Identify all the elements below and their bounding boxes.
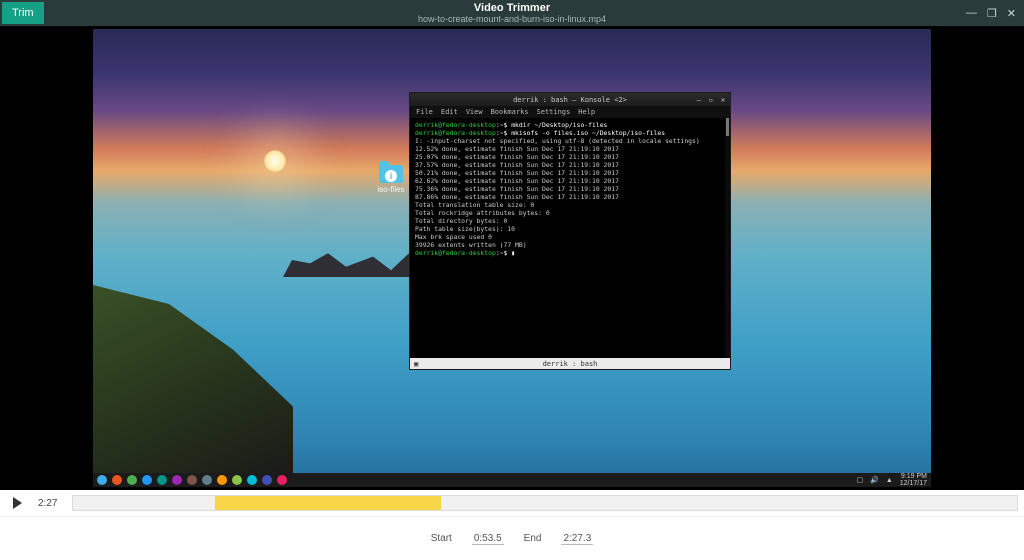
taskbar-app-icon: [277, 475, 287, 485]
tray-volume-icon: 🔊: [870, 476, 879, 484]
terminal-menu-help: Help: [578, 108, 595, 116]
terminal-menu-edit: Edit: [441, 108, 458, 116]
terminal-line: Total translation table size: 0: [415, 201, 725, 209]
end-value[interactable]: 2:27.3: [561, 533, 593, 545]
terminal-line: 25.07% done, estimate finish Sun Dec 17 …: [415, 153, 725, 161]
close-icon[interactable]: ✕: [1007, 7, 1016, 20]
folder-icon: i: [379, 165, 403, 183]
system-tray: ▢ 🔊 ▲ 9:19 PM 12/17/17: [856, 473, 927, 487]
taskbar-app-icon: [142, 475, 152, 485]
play-button[interactable]: [6, 492, 28, 514]
taskbar-app-icon: [127, 475, 137, 485]
taskbar-app-icon: [202, 475, 212, 485]
start-label: Start: [431, 533, 452, 544]
minimize-icon[interactable]: —: [966, 7, 977, 20]
terminal-line: 39926 extents written (77 MB): [415, 241, 725, 249]
terminal-line: Max brk space used 0: [415, 233, 725, 241]
taskbar-app-icon: [217, 475, 227, 485]
video-preview-area: i iso-files derrik : bash — Konsole <2> …: [0, 26, 1024, 490]
video-frame: i iso-files derrik : bash — Konsole <2> …: [93, 29, 931, 487]
terminal-menu-file: File: [416, 108, 433, 116]
terminal-line: derrik@fedora-desktop:~$ ▮: [415, 249, 725, 257]
taskbar-app-icon: [262, 475, 272, 485]
term-close-icon: ✕: [719, 96, 727, 104]
sun-graphic: [263, 149, 287, 173]
trimmer-controls: 2:27 Start 0:53.5 End 2:27.3: [0, 490, 1024, 560]
taskbar-app-icon: [112, 475, 122, 485]
terminal-window: derrik : bash — Konsole <2> — ▫ ✕ File Ed…: [409, 92, 731, 370]
terminal-title: derrik : bash — Konsole <2>: [513, 96, 627, 104]
current-time-label: 2:27: [38, 498, 62, 509]
terminal-line: I: -input-charset not specified, using u…: [415, 137, 725, 145]
folder-label: iso-files: [375, 185, 407, 194]
terminal-scrollbar: [725, 118, 730, 358]
new-tab-icon: ▣: [414, 360, 418, 368]
terminal-menubar: File Edit View Bookmarks Settings Help: [410, 106, 730, 118]
terminal-line: derrik@fedora-desktop:~$ mkdir ~/Desktop…: [415, 121, 725, 129]
terminal-body: derrik@fedora-desktop:~$ mkdir ~/Desktop…: [410, 118, 730, 358]
window-controls: — ❐ ✕: [966, 7, 1024, 20]
terminal-line: 12.52% done, estimate finish Sun Dec 17 …: [415, 145, 725, 153]
terminal-titlebar: derrik : bash — Konsole <2> — ▫ ✕: [410, 93, 730, 106]
titlebar: Trim Video Trimmer how-to-create-mount-a…: [0, 0, 1024, 26]
terminal-line: 62.62% done, estimate finish Sun Dec 17 …: [415, 177, 725, 185]
start-end-row: Start 0:53.5 End 2:27.3: [0, 517, 1024, 560]
terminal-menu-settings: Settings: [537, 108, 571, 116]
header-titles: Video Trimmer how-to-create-mount-and-bu…: [418, 3, 606, 24]
term-maximize-icon: ▫: [707, 96, 715, 104]
terminal-line: Total rockridge attributes bytes: 0: [415, 209, 725, 217]
terminal-line: 87.86% done, estimate finish Sun Dec 17 …: [415, 193, 725, 201]
terminal-line: 37.57% done, estimate finish Sun Dec 17 …: [415, 161, 725, 169]
terminal-status-text: derrik : bash: [543, 360, 598, 368]
tray-box-icon: ▢: [856, 476, 863, 484]
terminal-menu-view: View: [466, 108, 483, 116]
app-title: Video Trimmer: [418, 3, 606, 14]
end-label: End: [524, 533, 542, 544]
term-minimize-icon: —: [695, 96, 703, 104]
file-title: how-to-create-mount-and-burn-iso-in-linu…: [418, 15, 606, 24]
taskbar-app-icon: [187, 475, 197, 485]
terminal-line: 50.21% done, estimate finish Sun Dec 17 …: [415, 169, 725, 177]
start-value[interactable]: 0:53.5: [472, 533, 504, 545]
terminal-line: Path table size(bytes): 10: [415, 225, 725, 233]
clock: 9:19 PM 12/17/17: [900, 473, 927, 487]
taskbar-app-icon: [97, 475, 107, 485]
taskbar-pinned-apps: [97, 475, 287, 485]
taskbar-app-icon: [157, 475, 167, 485]
terminal-statusbar: ▣ derrik : bash: [410, 358, 730, 369]
taskbar-app-icon: [247, 475, 257, 485]
desktop-folder-iso-files: i iso-files: [375, 165, 407, 194]
clock-date: 12/17/17: [900, 480, 927, 487]
taskbar-app-icon: [232, 475, 242, 485]
terminal-menu-bookmarks: Bookmarks: [491, 108, 529, 116]
trim-button[interactable]: Trim: [2, 2, 44, 24]
terminal-line: derrik@fedora-desktop:~$ mkisofs -o file…: [415, 129, 725, 137]
timeline-track[interactable]: [72, 495, 1018, 511]
clock-time: 9:19 PM: [900, 473, 927, 480]
info-icon: i: [385, 170, 397, 182]
maximize-icon[interactable]: ❐: [987, 7, 997, 20]
tray-up-icon: ▲: [886, 477, 893, 484]
taskbar-app-icon: [172, 475, 182, 485]
timeline-selection[interactable]: [215, 496, 442, 510]
cliff-graphic: [93, 285, 293, 475]
desktop-taskbar: ▢ 🔊 ▲ 9:19 PM 12/17/17: [93, 473, 931, 487]
terminal-line: 75.36% done, estimate finish Sun Dec 17 …: [415, 185, 725, 193]
timeline-row: 2:27: [0, 490, 1024, 517]
terminal-line: Total directory bytes: 0: [415, 217, 725, 225]
